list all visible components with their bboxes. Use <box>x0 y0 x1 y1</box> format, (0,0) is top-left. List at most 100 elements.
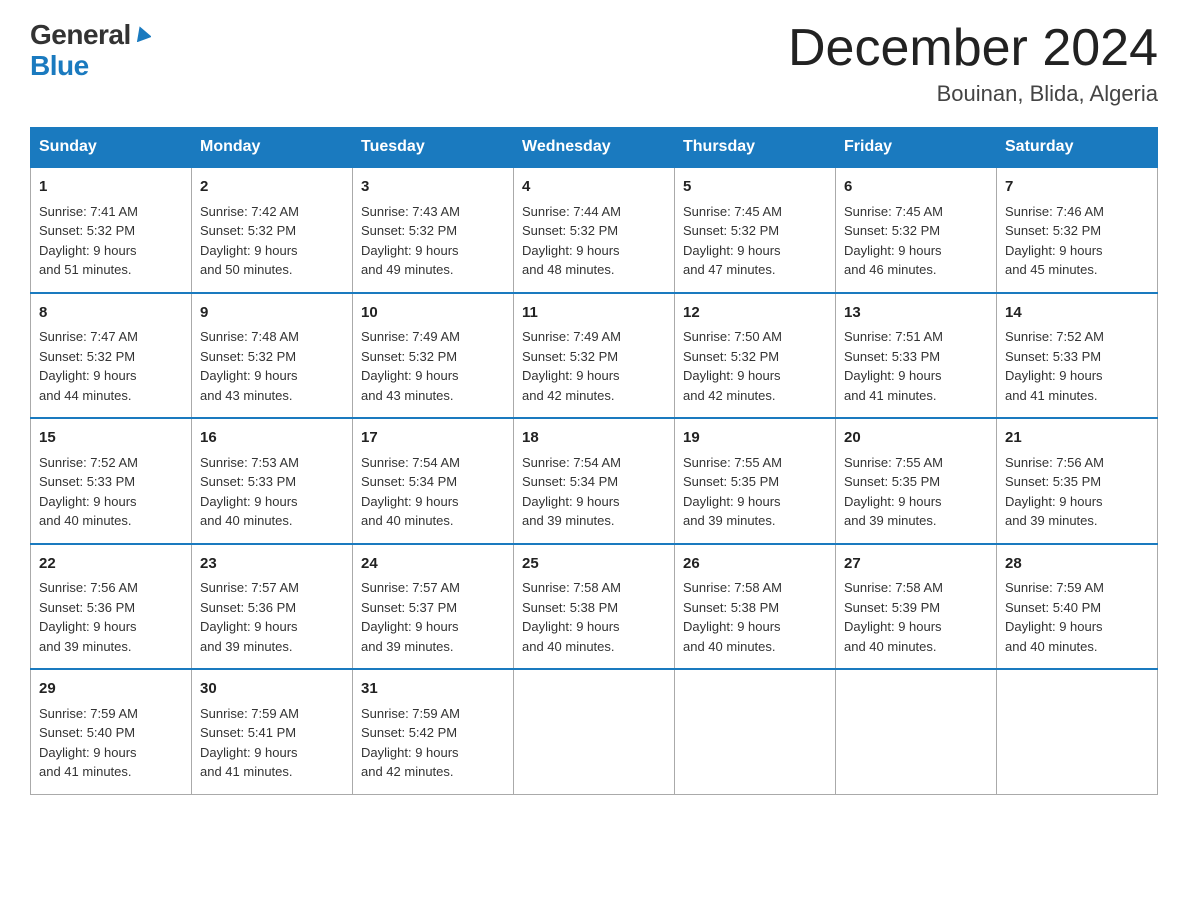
day-info: Sunrise: 7:56 AM Sunset: 5:36 PM Dayligh… <box>39 578 183 656</box>
day-number: 26 <box>683 553 827 576</box>
day-number: 18 <box>522 427 666 450</box>
week-row-4: 22 Sunrise: 7:56 AM Sunset: 5:36 PM Dayl… <box>31 544 1158 670</box>
day-info: Sunrise: 7:52 AM Sunset: 5:33 PM Dayligh… <box>1005 327 1149 405</box>
day-number: 8 <box>39 302 183 325</box>
calendar-cell: 24 Sunrise: 7:57 AM Sunset: 5:37 PM Dayl… <box>353 544 514 670</box>
day-number: 27 <box>844 553 988 576</box>
logo-general-text: General <box>30 20 131 51</box>
calendar-cell: 13 Sunrise: 7:51 AM Sunset: 5:33 PM Dayl… <box>836 293 997 419</box>
calendar-cell <box>836 669 997 794</box>
day-info: Sunrise: 7:48 AM Sunset: 5:32 PM Dayligh… <box>200 327 344 405</box>
calendar-cell: 14 Sunrise: 7:52 AM Sunset: 5:33 PM Dayl… <box>997 293 1158 419</box>
calendar-cell: 2 Sunrise: 7:42 AM Sunset: 5:32 PM Dayli… <box>192 167 353 293</box>
calendar-cell: 6 Sunrise: 7:45 AM Sunset: 5:32 PM Dayli… <box>836 167 997 293</box>
day-number: 10 <box>361 302 505 325</box>
calendar-cell: 12 Sunrise: 7:50 AM Sunset: 5:32 PM Dayl… <box>675 293 836 419</box>
day-number: 17 <box>361 427 505 450</box>
calendar-cell: 1 Sunrise: 7:41 AM Sunset: 5:32 PM Dayli… <box>31 167 192 293</box>
day-number: 1 <box>39 176 183 199</box>
day-number: 2 <box>200 176 344 199</box>
calendar-cell: 20 Sunrise: 7:55 AM Sunset: 5:35 PM Dayl… <box>836 418 997 544</box>
day-number: 9 <box>200 302 344 325</box>
day-number: 28 <box>1005 553 1149 576</box>
logo: General Blue <box>30 20 151 82</box>
day-number: 3 <box>361 176 505 199</box>
calendar-cell: 26 Sunrise: 7:58 AM Sunset: 5:38 PM Dayl… <box>675 544 836 670</box>
calendar-cell: 30 Sunrise: 7:59 AM Sunset: 5:41 PM Dayl… <box>192 669 353 794</box>
day-info: Sunrise: 7:58 AM Sunset: 5:38 PM Dayligh… <box>522 578 666 656</box>
page-header: General Blue December 2024 Bouinan, Blid… <box>30 20 1158 107</box>
day-info: Sunrise: 7:50 AM Sunset: 5:32 PM Dayligh… <box>683 327 827 405</box>
calendar-cell: 31 Sunrise: 7:59 AM Sunset: 5:42 PM Dayl… <box>353 669 514 794</box>
month-title: December 2024 <box>788 20 1158 77</box>
calendar-cell <box>514 669 675 794</box>
calendar-cell: 15 Sunrise: 7:52 AM Sunset: 5:33 PM Dayl… <box>31 418 192 544</box>
week-row-1: 1 Sunrise: 7:41 AM Sunset: 5:32 PM Dayli… <box>31 167 1158 293</box>
calendar-cell: 4 Sunrise: 7:44 AM Sunset: 5:32 PM Dayli… <box>514 167 675 293</box>
day-number: 24 <box>361 553 505 576</box>
day-info: Sunrise: 7:59 AM Sunset: 5:40 PM Dayligh… <box>39 704 183 782</box>
day-header-saturday: Saturday <box>997 128 1158 168</box>
day-header-thursday: Thursday <box>675 128 836 168</box>
day-header-monday: Monday <box>192 128 353 168</box>
day-number: 11 <box>522 302 666 325</box>
title-block: December 2024 Bouinan, Blida, Algeria <box>788 20 1158 107</box>
day-info: Sunrise: 7:57 AM Sunset: 5:37 PM Dayligh… <box>361 578 505 656</box>
calendar-cell: 27 Sunrise: 7:58 AM Sunset: 5:39 PM Dayl… <box>836 544 997 670</box>
calendar-header-row: SundayMondayTuesdayWednesdayThursdayFrid… <box>31 128 1158 168</box>
day-number: 19 <box>683 427 827 450</box>
day-number: 23 <box>200 553 344 576</box>
day-header-tuesday: Tuesday <box>353 128 514 168</box>
calendar-cell: 19 Sunrise: 7:55 AM Sunset: 5:35 PM Dayl… <box>675 418 836 544</box>
calendar-cell <box>997 669 1158 794</box>
logo-blue-text: Blue <box>30 51 89 82</box>
calendar-cell: 10 Sunrise: 7:49 AM Sunset: 5:32 PM Dayl… <box>353 293 514 419</box>
day-number: 13 <box>844 302 988 325</box>
day-info: Sunrise: 7:41 AM Sunset: 5:32 PM Dayligh… <box>39 202 183 280</box>
calendar-cell: 22 Sunrise: 7:56 AM Sunset: 5:36 PM Dayl… <box>31 544 192 670</box>
logo-triangle-icon <box>133 24 151 42</box>
day-info: Sunrise: 7:55 AM Sunset: 5:35 PM Dayligh… <box>844 453 988 531</box>
day-number: 4 <box>522 176 666 199</box>
day-info: Sunrise: 7:49 AM Sunset: 5:32 PM Dayligh… <box>361 327 505 405</box>
calendar-cell: 17 Sunrise: 7:54 AM Sunset: 5:34 PM Dayl… <box>353 418 514 544</box>
calendar-cell: 23 Sunrise: 7:57 AM Sunset: 5:36 PM Dayl… <box>192 544 353 670</box>
calendar-cell: 9 Sunrise: 7:48 AM Sunset: 5:32 PM Dayli… <box>192 293 353 419</box>
day-number: 5 <box>683 176 827 199</box>
day-header-sunday: Sunday <box>31 128 192 168</box>
day-number: 12 <box>683 302 827 325</box>
day-info: Sunrise: 7:53 AM Sunset: 5:33 PM Dayligh… <box>200 453 344 531</box>
week-row-3: 15 Sunrise: 7:52 AM Sunset: 5:33 PM Dayl… <box>31 418 1158 544</box>
day-info: Sunrise: 7:54 AM Sunset: 5:34 PM Dayligh… <box>522 453 666 531</box>
day-info: Sunrise: 7:58 AM Sunset: 5:39 PM Dayligh… <box>844 578 988 656</box>
calendar-cell: 18 Sunrise: 7:54 AM Sunset: 5:34 PM Dayl… <box>514 418 675 544</box>
day-info: Sunrise: 7:56 AM Sunset: 5:35 PM Dayligh… <box>1005 453 1149 531</box>
day-info: Sunrise: 7:49 AM Sunset: 5:32 PM Dayligh… <box>522 327 666 405</box>
day-header-wednesday: Wednesday <box>514 128 675 168</box>
day-info: Sunrise: 7:45 AM Sunset: 5:32 PM Dayligh… <box>844 202 988 280</box>
day-number: 7 <box>1005 176 1149 199</box>
day-info: Sunrise: 7:45 AM Sunset: 5:32 PM Dayligh… <box>683 202 827 280</box>
calendar-cell: 8 Sunrise: 7:47 AM Sunset: 5:32 PM Dayli… <box>31 293 192 419</box>
calendar-cell: 3 Sunrise: 7:43 AM Sunset: 5:32 PM Dayli… <box>353 167 514 293</box>
calendar-table: SundayMondayTuesdayWednesdayThursdayFrid… <box>30 127 1158 795</box>
day-number: 6 <box>844 176 988 199</box>
day-number: 20 <box>844 427 988 450</box>
day-number: 22 <box>39 553 183 576</box>
day-number: 30 <box>200 678 344 701</box>
day-info: Sunrise: 7:54 AM Sunset: 5:34 PM Dayligh… <box>361 453 505 531</box>
day-info: Sunrise: 7:59 AM Sunset: 5:40 PM Dayligh… <box>1005 578 1149 656</box>
calendar-cell: 11 Sunrise: 7:49 AM Sunset: 5:32 PM Dayl… <box>514 293 675 419</box>
calendar-cell: 5 Sunrise: 7:45 AM Sunset: 5:32 PM Dayli… <box>675 167 836 293</box>
day-info: Sunrise: 7:47 AM Sunset: 5:32 PM Dayligh… <box>39 327 183 405</box>
calendar-cell: 7 Sunrise: 7:46 AM Sunset: 5:32 PM Dayli… <box>997 167 1158 293</box>
calendar-cell: 25 Sunrise: 7:58 AM Sunset: 5:38 PM Dayl… <box>514 544 675 670</box>
day-info: Sunrise: 7:46 AM Sunset: 5:32 PM Dayligh… <box>1005 202 1149 280</box>
day-header-friday: Friday <box>836 128 997 168</box>
calendar-cell: 29 Sunrise: 7:59 AM Sunset: 5:40 PM Dayl… <box>31 669 192 794</box>
week-row-5: 29 Sunrise: 7:59 AM Sunset: 5:40 PM Dayl… <box>31 669 1158 794</box>
calendar-cell: 21 Sunrise: 7:56 AM Sunset: 5:35 PM Dayl… <box>997 418 1158 544</box>
day-number: 16 <box>200 427 344 450</box>
day-info: Sunrise: 7:59 AM Sunset: 5:41 PM Dayligh… <box>200 704 344 782</box>
week-row-2: 8 Sunrise: 7:47 AM Sunset: 5:32 PM Dayli… <box>31 293 1158 419</box>
